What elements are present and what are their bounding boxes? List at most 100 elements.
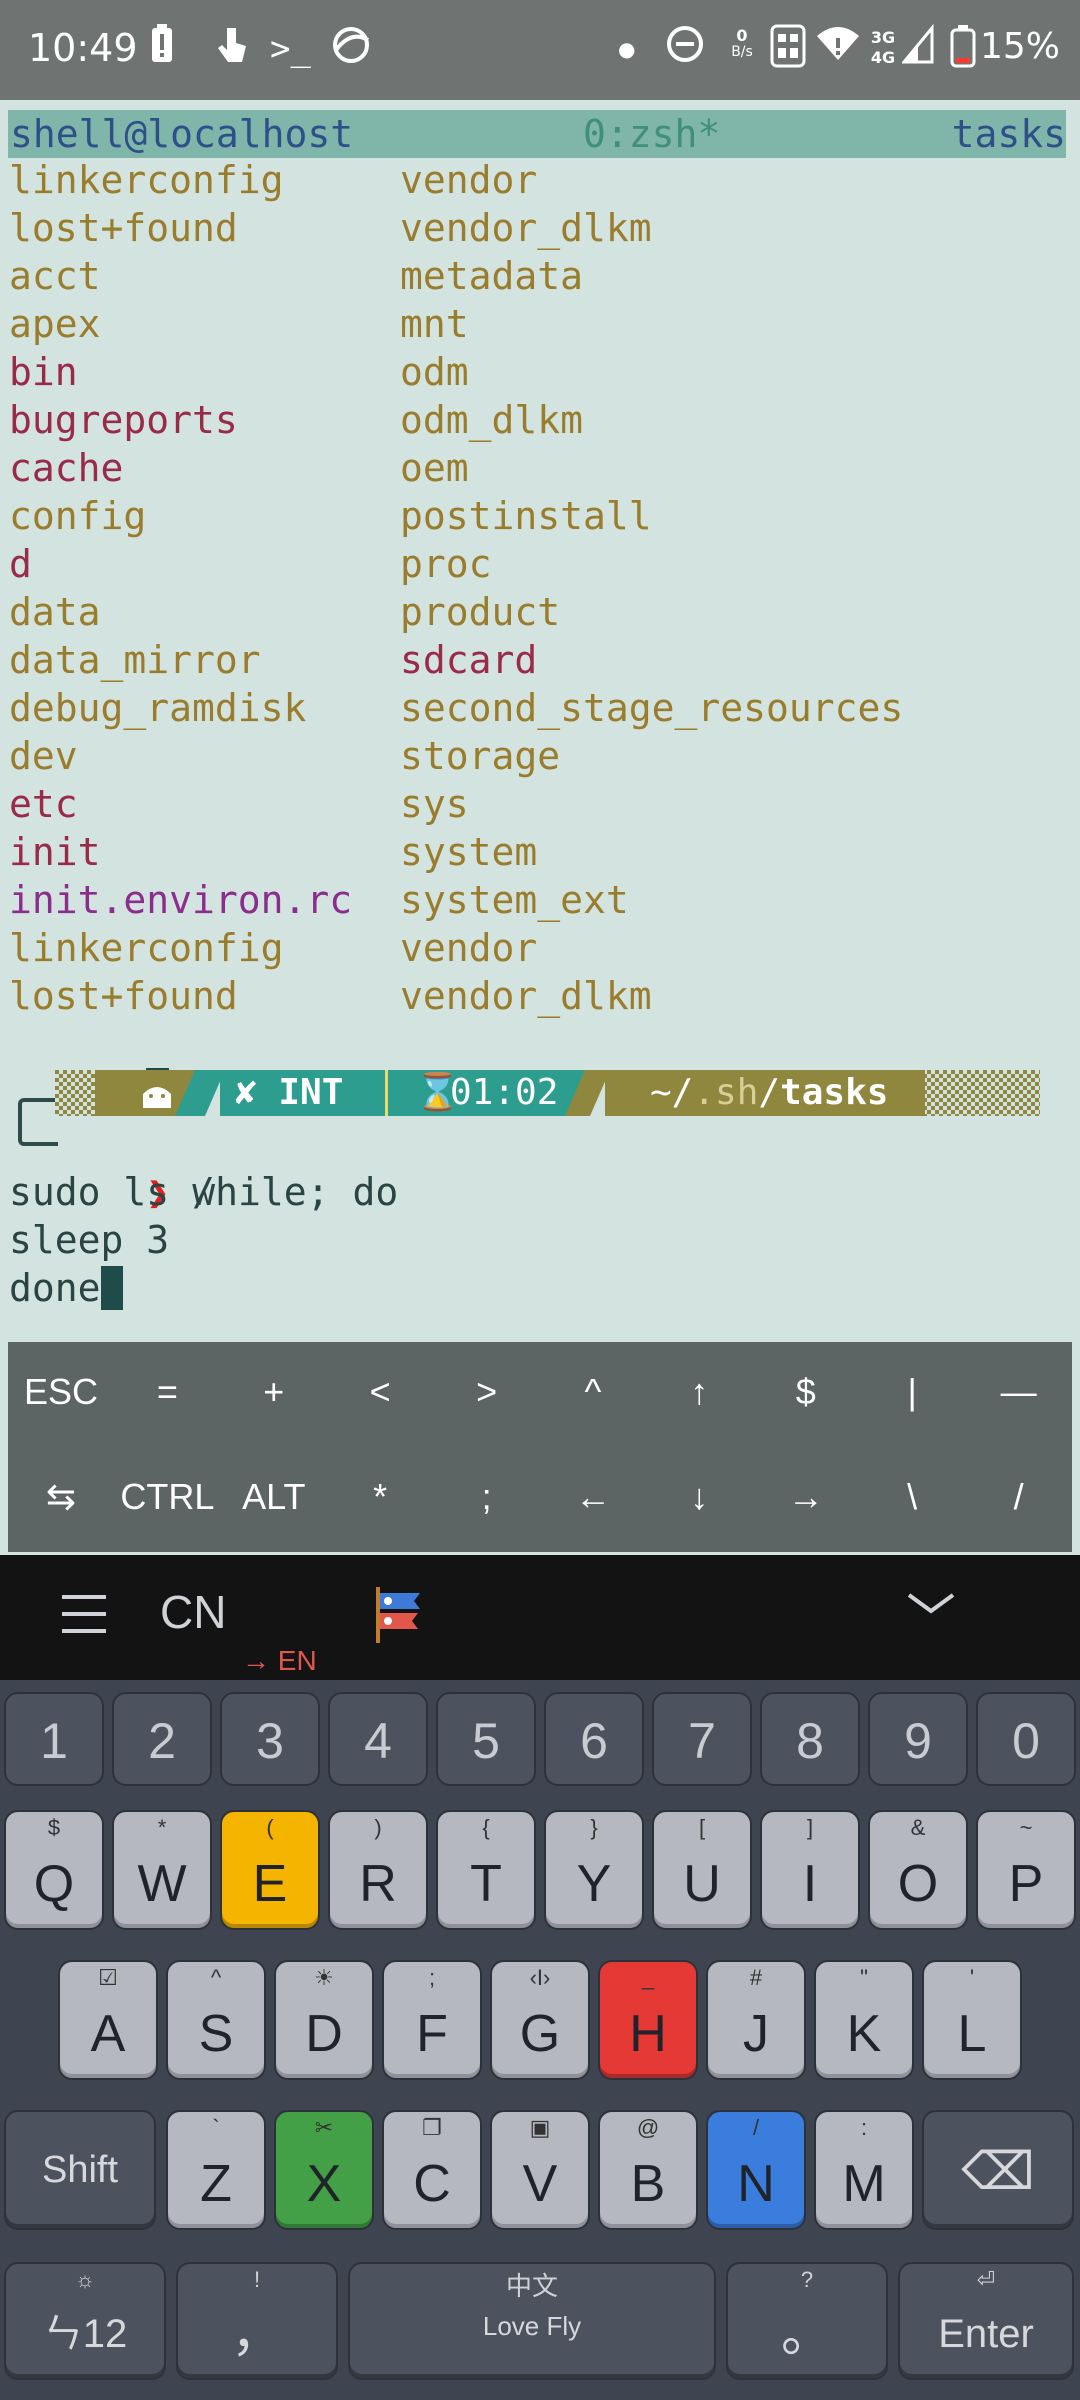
extra-key-caret[interactable]: ^ <box>540 1342 646 1442</box>
extra-key-ctrl[interactable]: CTRL <box>114 1447 220 1547</box>
key-number-9[interactable]: 9 <box>868 1692 968 1786</box>
key-h-label: H <box>629 2005 667 2063</box>
symbol-key[interactable]: ☼ ㄣ12 <box>4 2262 166 2380</box>
period-key[interactable]: ?。 <box>726 2262 888 2380</box>
key-number-2[interactable]: 2 <box>112 1692 212 1786</box>
listing-entry: bugreports <box>9 398 238 442</box>
key-a[interactable]: ☑ A <box>58 1960 158 2080</box>
key-j[interactable]: # J <box>706 1960 806 2080</box>
menu-icon[interactable] <box>62 1593 106 1633</box>
listing-entry: lost+found <box>9 206 238 250</box>
path-dir: tasks <box>780 1072 889 1113</box>
extra-key-arrow-down[interactable]: ↓ <box>646 1447 752 1547</box>
koinobori-icon[interactable] <box>370 1585 430 1649</box>
extra-key-greater-than[interactable]: > <box>434 1342 540 1442</box>
battery-icon <box>950 24 976 74</box>
comma-key[interactable]: !， <box>176 2262 338 2380</box>
listing-entry: proc <box>400 542 492 586</box>
key-number-7[interactable]: 7 <box>652 1692 752 1786</box>
command-line-3: sleep 3 <box>9 1216 169 1264</box>
key-number-1[interactable]: 1 <box>4 1692 104 1786</box>
key-k[interactable]: " K <box>814 1960 914 2080</box>
key-k-secondary: " <box>860 1965 868 1990</box>
key-y[interactable]: } Y <box>544 1810 644 1930</box>
key-d[interactable]: ☀ D <box>274 1960 374 2080</box>
key-number-4[interactable]: 4 <box>328 1692 428 1786</box>
key-n[interactable]: / N <box>706 2110 806 2230</box>
extra-key-asterisk[interactable]: * <box>327 1447 433 1547</box>
key-number-3[interactable]: 3 <box>220 1692 320 1786</box>
listing-entry: oem <box>400 446 469 490</box>
extra-key-less-than[interactable]: < <box>327 1342 433 1442</box>
listing-entry: system <box>400 830 538 874</box>
key-j-label: J <box>743 2005 769 2063</box>
shift-key[interactable]: Shift <box>4 2110 156 2230</box>
listing-entry: second_stage_resources <box>400 686 904 730</box>
listing-entry: odm <box>400 350 469 394</box>
key-number-0[interactable]: 0 <box>976 1692 1076 1786</box>
key-t[interactable]: {T <box>436 1810 536 1930</box>
key-o-secondary: & <box>910 1815 926 1840</box>
listing-entry: vendor <box>400 926 538 970</box>
extra-key-alt[interactable]: ALT <box>221 1447 327 1547</box>
net-speed: 0 B/s <box>724 28 760 61</box>
extra-key-arrow-up[interactable]: ↑ <box>646 1342 752 1442</box>
extra-key-tab[interactable]: ⇆ <box>8 1447 114 1547</box>
key-g[interactable]: ‹I› G <box>490 1960 590 2080</box>
extra-key-esc[interactable]: ESC <box>8 1342 114 1442</box>
ime-mode-toggle[interactable]: CN <box>160 1585 226 1639</box>
key-number-5[interactable]: 5 <box>436 1692 536 1786</box>
key-i-secondary: ] <box>806 1815 814 1840</box>
key-c[interactable]: ❐ C <box>382 2110 482 2230</box>
key-l[interactable]: ' L <box>922 1960 1022 2080</box>
listing-entry: sdcard <box>400 638 538 682</box>
key-q[interactable]: $ Q <box>4 1810 104 1930</box>
key-l-secondary: ' <box>969 1965 975 1990</box>
key-i[interactable]: ] I <box>760 1810 860 1930</box>
key-v[interactable]: ▣ V <box>490 2110 590 2230</box>
chevron-down-icon[interactable] <box>905 1589 957 1623</box>
key-b-secondary: @ <box>636 2115 660 2140</box>
listing-entry: lost+found <box>9 974 238 1018</box>
key-e[interactable]: (E <box>220 1810 320 1930</box>
key-p[interactable]: ~ P <box>976 1810 1076 1930</box>
extra-key-backslash[interactable]: \ <box>859 1447 965 1547</box>
space-key-secondary: 中文 <box>505 2271 558 2301</box>
key-l-label: L <box>957 2005 987 2063</box>
terminal-view[interactable]: shell@localhost 0:zsh* tasks linkerconfi… <box>0 100 1080 1340</box>
key-r[interactable]: ) R <box>328 1810 428 1930</box>
extra-key-arrow-right[interactable]: → <box>753 1447 859 1547</box>
key-number-8[interactable]: 8 <box>760 1692 860 1786</box>
prompt-path: ~/.sh/tasks <box>650 1070 888 1116</box>
extra-key-dollar[interactable]: $ <box>753 1342 859 1442</box>
enter-key-label: Enter <box>938 2312 1034 2356</box>
extra-key-slash[interactable]: / <box>966 1447 1072 1547</box>
enter-key[interactable]: ⏎ Enter <box>898 2262 1074 2380</box>
extra-key-pipe[interactable]: | <box>859 1342 965 1442</box>
key-h[interactable]: _ H <box>598 1960 698 2080</box>
enter-key-secondary: ⏎ <box>976 2267 996 2292</box>
ime-switch-hint: → EN <box>242 1645 317 1676</box>
key-s[interactable]: ^ S <box>166 1960 266 2080</box>
extra-key-plus[interactable]: + <box>221 1342 327 1442</box>
extra-key-equals[interactable]: = <box>114 1342 220 1442</box>
key-o[interactable]: & O <box>868 1810 968 1930</box>
space-key[interactable]: 中文 Love Fly <box>348 2262 716 2380</box>
listing-entry: vendor <box>400 158 538 202</box>
backspace-key[interactable]: ⌫ <box>922 2110 1074 2230</box>
key-i-label: I <box>802 1855 818 1913</box>
key-e-label: E <box>252 1855 288 1913</box>
key-m[interactable]: :M <box>814 2110 914 2230</box>
key-z[interactable]: ` Z <box>166 2110 266 2230</box>
key-u[interactable]: [U <box>652 1810 752 1930</box>
key-r-label: R <box>359 1855 397 1913</box>
extra-key-dash[interactable]: — <box>966 1342 1072 1442</box>
extra-key-semicolon[interactable]: ; <box>434 1447 540 1547</box>
key-f[interactable]: ; F <box>382 1960 482 2080</box>
key-b[interactable]: @ B <box>598 2110 698 2230</box>
key-x[interactable]: ✂ X <box>274 2110 374 2230</box>
extra-key-arrow-left[interactable]: ← <box>540 1447 646 1547</box>
net-speed-unit: B/s <box>731 44 753 60</box>
key-number-6[interactable]: 6 <box>544 1692 644 1786</box>
key-w[interactable]: * W <box>112 1810 212 1930</box>
